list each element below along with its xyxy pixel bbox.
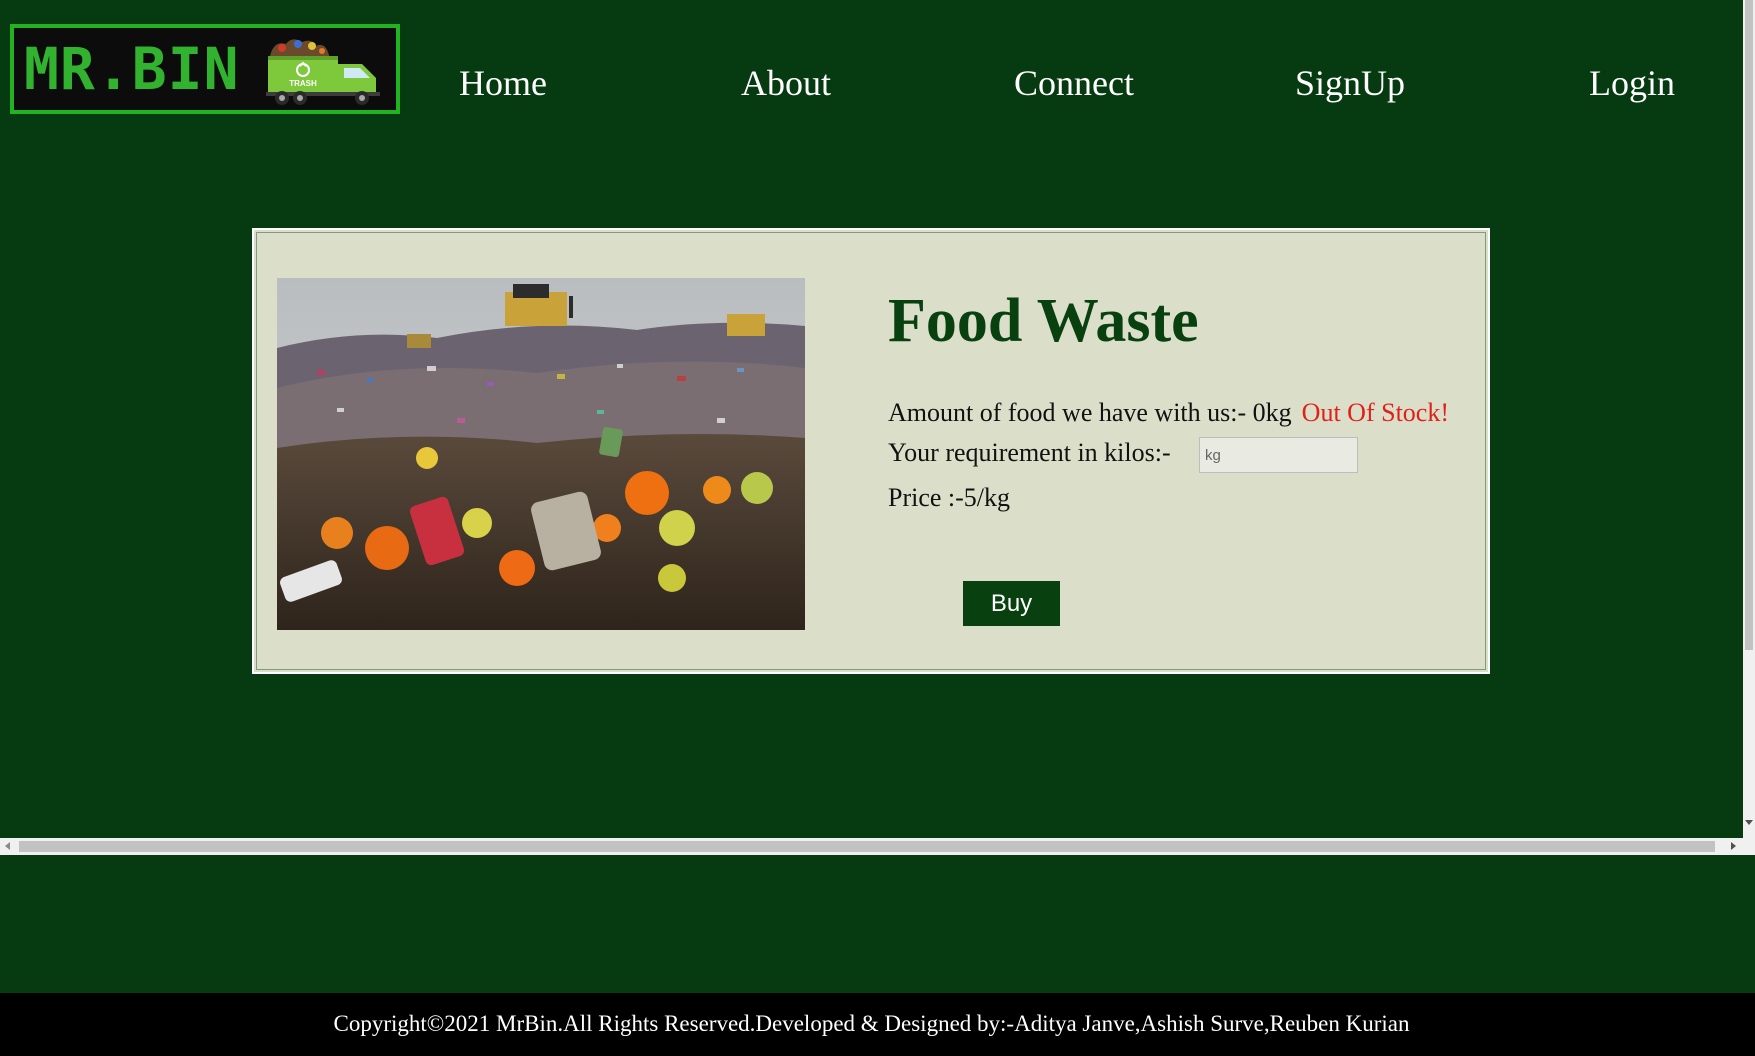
product-card: Food Waste Amount of food we have with u… <box>252 228 1490 674</box>
vertical-scrollbar-thumb[interactable] <box>1745 0 1753 650</box>
requirement-label: Your requirement in kilos:- <box>888 438 1171 467</box>
nav-connect[interactable]: Connect <box>1014 58 1134 108</box>
site-footer: Copyright©2021 MrBin.All Rights Reserved… <box>0 993 1755 1056</box>
vertical-scrollbar[interactable] <box>1743 0 1755 838</box>
price-text: Price :-5/kg <box>888 483 1011 512</box>
copyright-text: Copyright©2021 MrBin.All Rights Reserved… <box>333 1011 1410 1036</box>
scroll-right-arrow-icon[interactable] <box>1731 842 1736 850</box>
product-title: Food Waste <box>888 287 1199 355</box>
nav-about[interactable]: About <box>741 58 831 108</box>
out-of-stock-badge: Out Of Stock! <box>1301 398 1449 427</box>
nav-home[interactable]: Home <box>459 58 547 108</box>
stock-info: Amount of food we have with us:- 0kg Out … <box>888 396 1449 430</box>
main-nav: Home About Connect SignUp Login <box>0 58 1755 108</box>
buy-button[interactable]: Buy <box>963 581 1060 626</box>
nav-login[interactable]: Login <box>1589 58 1675 108</box>
scroll-left-arrow-icon[interactable] <box>5 842 10 850</box>
stock-amount-text: Amount of food we have with us:- 0kg <box>888 398 1292 427</box>
requirement-kg-input[interactable] <box>1199 437 1358 473</box>
food-waste-image <box>277 278 805 630</box>
horizontal-scrollbar[interactable] <box>0 838 1755 855</box>
nav-signup[interactable]: SignUp <box>1295 58 1405 108</box>
scroll-down-arrow-icon[interactable] <box>1745 820 1753 825</box>
horizontal-scrollbar-thumb[interactable] <box>19 841 1715 852</box>
